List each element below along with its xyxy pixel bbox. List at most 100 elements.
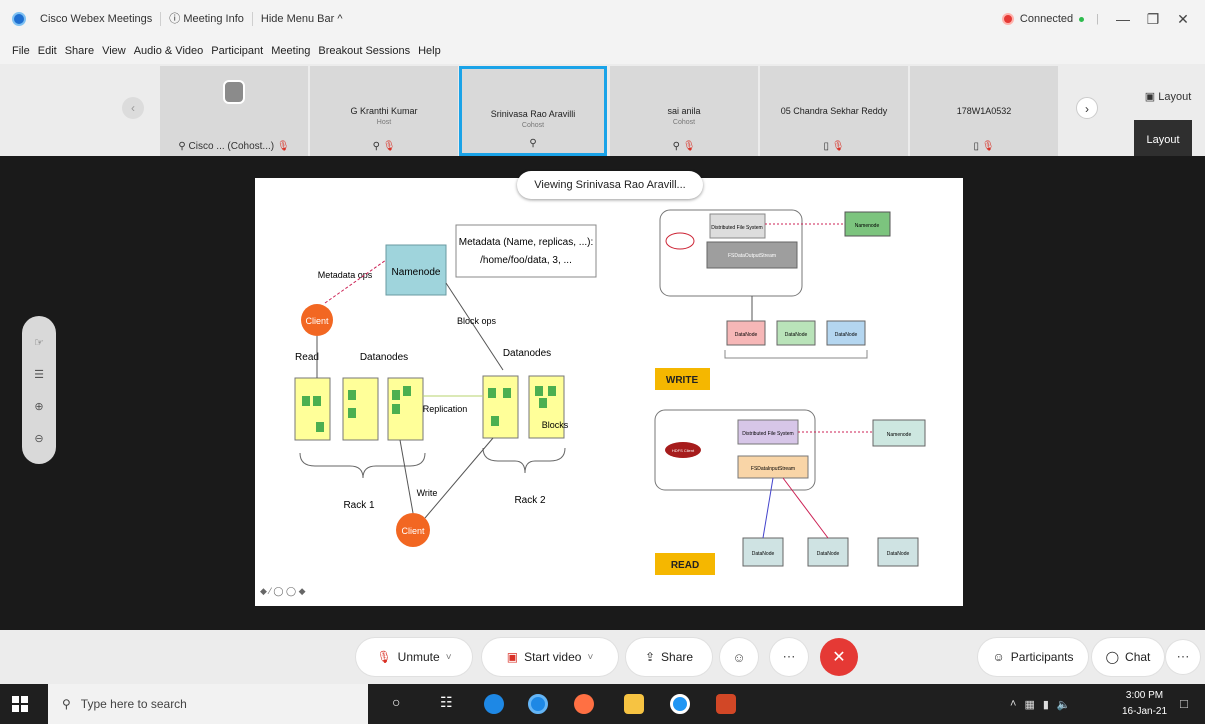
search-placeholder: Type here to search — [80, 697, 187, 711]
menu-edit[interactable]: Edit — [34, 45, 61, 57]
share-button[interactable]: ⇪ Share — [626, 638, 712, 676]
windows-start-icon[interactable] — [12, 696, 28, 712]
layout-button[interactable]: ▣ Layout — [1134, 80, 1202, 114]
volume-icon[interactable]: 🔈 — [1057, 698, 1071, 711]
participants-button[interactable]: ☺ Participants — [978, 638, 1088, 676]
start-video-button[interactable]: ▣ Start video ˅ — [482, 638, 618, 676]
edge-icon[interactable] — [484, 694, 504, 714]
participant-tile[interactable]: G Kranthi Kumar Host ⚲ 🎙 — [310, 66, 458, 156]
minimize-icon[interactable]: — — [1111, 11, 1135, 27]
participant-strip: ‹ ⚲ Cisco ... (Cohost...) 🎙 G Kranthi Ku… — [0, 64, 1205, 156]
participant-footer: ⚲ — [462, 138, 604, 149]
connection-status-icon — [1001, 13, 1014, 25]
layout-panel[interactable]: Layout — [1134, 120, 1192, 160]
share-label: Share — [661, 650, 694, 664]
metadata-ops-label: Metadata ops — [318, 270, 373, 280]
clock-date: 16-Jan-21 — [1122, 706, 1168, 717]
menu-share[interactable]: Share — [61, 45, 98, 57]
write-client-node — [665, 232, 695, 250]
namenode-label: Namenode — [392, 267, 441, 278]
title-bar: Cisco Webex Meetings ⓘ Meeting Info Hide… — [0, 0, 1205, 38]
chrome-canary-icon[interactable] — [528, 694, 548, 714]
file-explorer-icon[interactable] — [624, 694, 644, 714]
zoom-controls: ☞ ☰ ⊕ ⊖ — [22, 316, 56, 464]
divider: | — [1096, 13, 1099, 25]
taskbar-search[interactable]: ⚲ Type here to search — [48, 684, 368, 724]
menu-audio-video[interactable]: Audio & Video — [130, 45, 208, 57]
chevron-up-icon[interactable]: ˄ — [1010, 698, 1016, 710]
hide-menu-bar-button[interactable]: Hide Menu Bar ^ — [253, 12, 351, 26]
menu-breakout-sessions[interactable]: Breakout Sessions — [314, 45, 414, 57]
system-tray: ˄ ▦ ▮ 🔈 — [1010, 684, 1071, 724]
more-panels-icon[interactable]: ⋯ — [1166, 640, 1200, 674]
menu-participant[interactable]: Participant — [207, 45, 267, 57]
chat-icon: ◯ — [1105, 650, 1120, 664]
participant-tile[interactable]: 05 Chandra Sekhar Reddy ▯ 🎙 — [760, 66, 908, 156]
shared-content-stage: Namenode Metadata (Name, replicas, ...):… — [0, 156, 1205, 630]
participant-tile-active[interactable]: Srinivasa Rao Aravilli Cohost ⚲ — [459, 66, 607, 156]
menu-help[interactable]: Help — [414, 45, 445, 57]
menu-file[interactable]: File — [8, 45, 34, 57]
participant-tile[interactable]: ⚲ Cisco ... (Cohost...) 🎙 — [160, 66, 308, 156]
menu-meeting[interactable]: Meeting — [267, 45, 314, 57]
chevron-down-icon[interactable]: ˅ — [587, 652, 593, 663]
zoom-out-icon[interactable]: ⊖ — [34, 432, 43, 445]
datanode-box — [294, 377, 331, 441]
mic-muted-icon: 🎙 — [981, 141, 995, 152]
powerpoint-icon[interactable] — [716, 694, 736, 714]
connection-status[interactable]: Connected — [1020, 13, 1073, 25]
notifications-icon[interactable]: □ — [1180, 696, 1188, 711]
participants-icon: ☺ — [992, 650, 1005, 664]
write-arrow-2 — [424, 437, 494, 519]
hand-icon[interactable]: ☞ — [34, 336, 44, 349]
participant-role: Host — [376, 119, 392, 126]
meeting-info-button[interactable]: ⓘ Meeting Info — [161, 12, 253, 26]
more-options-icon[interactable]: ⋯ — [770, 638, 808, 676]
write-fsout-label: FSDataOutputStream — [728, 253, 776, 259]
menu-view[interactable]: View — [98, 45, 130, 57]
task-view-icon[interactable]: ☷ — [440, 694, 453, 711]
unmute-label: Unmute — [397, 650, 440, 664]
participant-footer: ⚲ 🎙 — [310, 141, 458, 152]
close-icon[interactable]: ✕ — [1171, 11, 1195, 28]
participant-tile[interactable]: 178W1A0532 ▯ 🎙 — [910, 66, 1058, 156]
chat-label: Chat — [1125, 650, 1151, 664]
start-video-label: Start video — [524, 650, 582, 664]
participant-footer: ▯ 🎙 — [910, 141, 1058, 152]
rack2-brace — [482, 447, 566, 474]
meeting-controls: 🎙 Unmute ˅ ▣ Start video ˅ ⇪ Share ☺ ⋯ ✕… — [0, 630, 1205, 684]
unmute-button[interactable]: 🎙 Unmute ˅ — [356, 638, 472, 676]
chat-button[interactable]: ◯ Chat — [1092, 638, 1164, 676]
block-ops-arrow — [445, 282, 504, 371]
end-call-icon[interactable]: ✕ — [820, 638, 858, 676]
shared-screen: Namenode Metadata (Name, replicas, ...):… — [255, 178, 963, 606]
battery-icon[interactable]: ▮ — [1043, 698, 1049, 711]
chevron-left-icon[interactable]: ‹ — [122, 97, 144, 119]
audio-icon: ⚲ — [372, 141, 380, 152]
firefox-icon[interactable] — [574, 694, 594, 714]
cortana-icon[interactable]: ○ — [392, 694, 400, 710]
participant-footer: ▯ 🎙 — [760, 141, 908, 152]
mic-muted-icon: 🎙 — [682, 141, 696, 152]
webex-taskbar-icon[interactable] — [670, 694, 690, 714]
taskbar-clock[interactable]: 3:00 PM 16-Jan-21 — [1122, 688, 1167, 720]
restore-icon[interactable]: ❐ — [1141, 11, 1165, 28]
read-dfs-label: Distributed File System — [742, 431, 793, 437]
chevron-down-icon[interactable]: ˅ — [446, 652, 452, 663]
viewing-banner: Viewing Srinivasa Rao Aravill... — [517, 171, 703, 199]
chevron-right-icon[interactable]: › — [1076, 97, 1098, 119]
phone-icon: ▯ — [823, 141, 830, 152]
participant-tile[interactable]: sai anila Cohost ⚲ 🎙 — [610, 66, 758, 156]
read-tag-label: READ — [671, 560, 699, 571]
datanodes-right-label: Datanodes — [503, 348, 551, 359]
speaking-icon: ⚲ — [529, 138, 537, 149]
read-namenode-label: Namenode — [887, 432, 912, 438]
metadata-box — [455, 224, 597, 278]
fit-icon[interactable]: ☰ — [34, 368, 44, 381]
participant-name: G Kranthi Kumar — [350, 106, 418, 116]
rack1-label: Rack 1 — [343, 500, 375, 511]
zoom-in-icon[interactable]: ⊕ — [34, 400, 43, 413]
network-icon[interactable]: ▦ — [1024, 698, 1034, 711]
write-label: Write — [417, 488, 438, 498]
reactions-icon[interactable]: ☺ — [720, 638, 758, 676]
